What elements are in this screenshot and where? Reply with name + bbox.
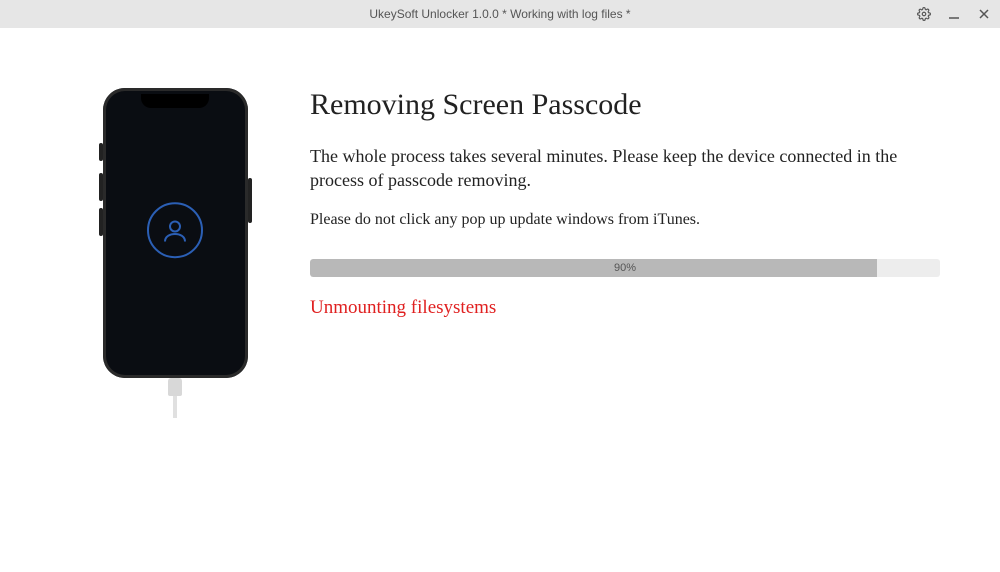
minimize-icon[interactable]	[946, 6, 962, 22]
close-icon[interactable]	[976, 6, 992, 22]
process-description: The whole process takes several minutes.…	[310, 144, 940, 193]
phone-notch	[141, 94, 209, 108]
title-bar: UkeySoft Unlocker 1.0.0 * Working with l…	[0, 0, 1000, 28]
page-heading: Removing Screen Passcode	[310, 88, 940, 122]
phone-side-button	[99, 143, 103, 161]
phone-side-button	[99, 208, 103, 236]
phone-side-button	[248, 178, 252, 223]
progress-percent-label: 90%	[310, 262, 940, 274]
cable-illustration	[166, 378, 184, 418]
device-illustration-column	[60, 88, 290, 378]
window-controls	[916, 0, 992, 28]
status-text: Unmounting filesystems	[310, 297, 940, 319]
itunes-warning: Please do not click any pop up update wi…	[310, 211, 940, 229]
text-column: Removing Screen Passcode The whole proce…	[290, 88, 950, 378]
phone-illustration	[103, 88, 248, 378]
phone-side-button	[99, 173, 103, 201]
window-title: UkeySoft Unlocker 1.0.0 * Working with l…	[369, 7, 630, 21]
settings-icon[interactable]	[916, 6, 932, 22]
user-avatar-icon	[147, 202, 203, 258]
progress-bar: 90%	[310, 259, 940, 277]
main-content: Removing Screen Passcode The whole proce…	[0, 28, 1000, 378]
